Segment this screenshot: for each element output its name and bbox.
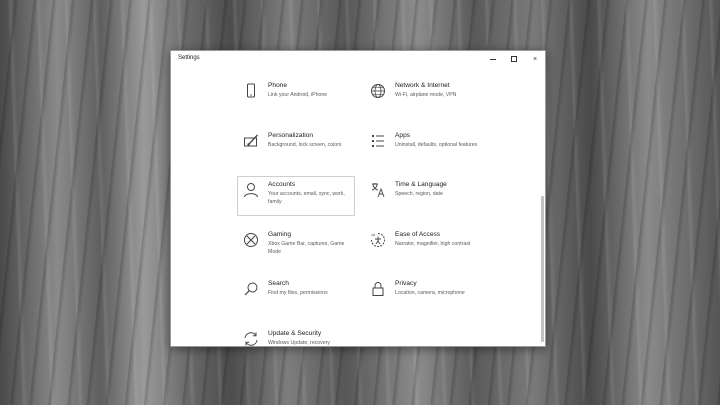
category-description: Xbox Game Bar, captures, Game Mode <box>268 241 345 255</box>
settings-categories: Phone Link your Android, iPhone Network … <box>171 67 545 348</box>
xbox-icon <box>242 231 260 249</box>
category-description: Narrator, magnifier, high contrast <box>395 241 471 247</box>
scrollbar[interactable] <box>541 196 544 342</box>
category-name: Network & Internet <box>395 82 450 89</box>
person-icon <box>242 181 260 199</box>
paint-brush-icon <box>242 132 260 150</box>
category-description: Uninstall, defaults, optional features <box>395 142 478 148</box>
category-name: Personalization <box>268 132 314 139</box>
phone-icon <box>242 82 260 100</box>
close-icon: × <box>532 55 538 63</box>
category-accounts[interactable]: Accounts Your accounts, email, sync, wor… <box>237 176 355 216</box>
lock-icon <box>369 280 387 298</box>
minimize-icon <box>490 58 496 60</box>
category-name: Privacy <box>395 280 417 287</box>
category-name: Gaming <box>268 231 292 238</box>
category-personalization[interactable]: Personalization Background, lock screen,… <box>237 127 355 167</box>
category-apps[interactable]: Apps Uninstall, defaults, optional featu… <box>364 127 482 167</box>
search-icon <box>242 280 260 298</box>
apps-list-icon <box>369 132 387 150</box>
maximize-button[interactable] <box>503 51 525 67</box>
category-search[interactable]: Search Find my files, permissions <box>237 275 355 315</box>
category-description: Find my files, permissions <box>268 290 328 296</box>
minimize-button[interactable] <box>482 51 504 67</box>
globe-icon <box>369 82 387 100</box>
category-privacy[interactable]: Privacy Location, camera, microphone <box>364 275 482 315</box>
time-language-icon <box>369 181 387 199</box>
category-name: Ease of Access <box>395 231 441 238</box>
settings-window: Settings × Phone Link your Android, iPho… <box>170 50 546 347</box>
category-name: Apps <box>395 132 411 139</box>
category-description: Windows Update, recovery <box>268 340 330 346</box>
maximize-icon <box>511 56 517 62</box>
title-bar[interactable]: Settings × <box>171 51 545 67</box>
category-time-language[interactable]: Time & Language Speech, region, date <box>364 176 482 216</box>
category-name: Update & Security <box>268 330 322 337</box>
ease-of-access-icon <box>369 231 387 249</box>
category-description: Location, camera, microphone <box>395 290 465 296</box>
category-description: Background, lock screen, colors <box>268 142 342 148</box>
category-name: Time & Language <box>395 181 447 188</box>
category-name: Accounts <box>268 181 296 188</box>
category-name: Search <box>268 280 289 287</box>
category-description: Speech, region, date <box>395 191 443 197</box>
category-name: Phone <box>268 82 288 89</box>
category-gaming[interactable]: Gaming Xbox Game Bar, captures, Game Mod… <box>237 226 355 266</box>
close-button[interactable]: × <box>524 51 546 67</box>
category-description: Link your Android, iPhone <box>268 92 328 98</box>
category-description: Wi-Fi, airplane mode, VPN <box>395 92 457 98</box>
category-ease-of-access[interactable]: Ease of Access Narrator, magnifier, high… <box>364 226 482 266</box>
category-network-internet[interactable]: Network & Internet Wi-Fi, airplane mode,… <box>364 77 482 117</box>
window-title: Settings <box>178 55 200 61</box>
sync-icon <box>242 330 260 348</box>
category-update-security[interactable]: Update & Security Windows Update, recove… <box>237 325 355 348</box>
category-phone[interactable]: Phone Link your Android, iPhone <box>237 77 355 117</box>
category-description: Your accounts, email, sync, work, family <box>268 191 345 205</box>
